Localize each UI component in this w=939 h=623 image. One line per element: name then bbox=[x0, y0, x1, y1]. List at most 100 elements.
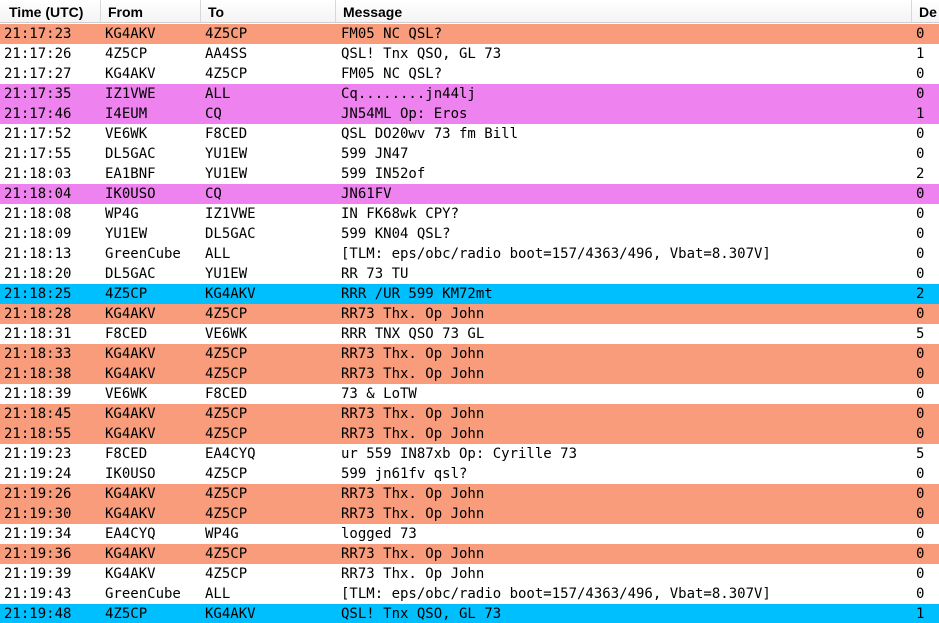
cell-message: RRR /UR 599 KM72mt bbox=[341, 286, 493, 302]
cell-de: 1 bbox=[916, 106, 925, 122]
table-row[interactable]: 21:18:04 IK0USO CQ JN61FV 0 bbox=[0, 184, 939, 204]
cell-message: FM05 NC QSL? bbox=[341, 26, 443, 42]
cell-to: ALL bbox=[205, 86, 231, 102]
column-header-time[interactable]: Time (UTC) bbox=[0, 0, 101, 22]
cell-from: 4Z5CP bbox=[105, 286, 148, 302]
cell-time: 21:18:20 bbox=[4, 266, 72, 282]
table-row[interactable]: 21:18:38 KG4AKV 4Z5CP RR73 Thx. Op John 0 bbox=[0, 364, 939, 384]
cell-de: 0 bbox=[916, 66, 925, 82]
table-row[interactable]: 21:18:09 YU1EW DL5GAC 599 KN04 QSL? 0 bbox=[0, 224, 939, 244]
cell-message: IN FK68wk CPY? bbox=[341, 206, 460, 222]
table-row[interactable]: 21:18:31 F8CED VE6WK RRR TNX QSO 73 GL 5 bbox=[0, 324, 939, 344]
cell-message: QSL! Tnx QSO, GL 73 bbox=[341, 46, 502, 62]
table-row[interactable]: 21:19:48 4Z5CP KG4AKV QSL! Tnx QSO, GL 73 1 bbox=[0, 604, 939, 623]
cell-time: 21:19:23 bbox=[4, 446, 72, 462]
cell-time: 21:18:03 bbox=[4, 166, 72, 182]
cell-time: 21:17:55 bbox=[4, 146, 72, 162]
cell-to: 4Z5CP bbox=[205, 346, 248, 362]
table-row[interactable]: 21:19:36 KG4AKV 4Z5CP RR73 Thx. Op John 0 bbox=[0, 544, 939, 564]
cell-from: DL5GAC bbox=[105, 266, 156, 282]
table-row[interactable]: 21:19:34 EA4CYQ WP4G logged 73 0 bbox=[0, 524, 939, 544]
cell-from: EA4CYQ bbox=[105, 526, 156, 542]
cell-message: JN61FV bbox=[341, 186, 392, 202]
cell-message: QSL! Tnx QSO, GL 73 bbox=[341, 606, 502, 622]
cell-time: 21:17:46 bbox=[4, 106, 72, 122]
table-row[interactable]: 21:18:39 VE6WK F8CED 73 & LoTW 0 bbox=[0, 384, 939, 404]
cell-time: 21:18:13 bbox=[4, 246, 72, 262]
table-row[interactable]: 21:17:52 VE6WK F8CED QSL DO20wv 73 fm Bill 0 bbox=[0, 124, 939, 144]
cell-message: 599 jn61fv qsl? bbox=[341, 466, 468, 482]
column-header-message[interactable]: Message bbox=[336, 0, 912, 22]
cell-to: YU1EW bbox=[205, 166, 248, 182]
cell-de: 0 bbox=[916, 26, 925, 42]
table-row[interactable]: 21:17:55 DL5GAC YU1EW 599 JN47 0 bbox=[0, 144, 939, 164]
cell-to: 4Z5CP bbox=[205, 566, 248, 582]
table-row[interactable]: 21:18:20 DL5GAC YU1EW RR 73 TU 0 bbox=[0, 264, 939, 284]
cell-de: 0 bbox=[916, 246, 925, 262]
cell-to: 4Z5CP bbox=[205, 366, 248, 382]
table-header: Time (UTC) From To Message De bbox=[0, 0, 939, 23]
table-row[interactable]: 21:19:30 KG4AKV 4Z5CP RR73 Thx. Op John 0 bbox=[0, 504, 939, 524]
cell-de: 0 bbox=[916, 486, 925, 502]
table-row[interactable]: 21:19:26 KG4AKV 4Z5CP RR73 Thx. Op John 0 bbox=[0, 484, 939, 504]
table-row[interactable]: 21:18:33 KG4AKV 4Z5CP RR73 Thx. Op John 0 bbox=[0, 344, 939, 364]
cell-to: F8CED bbox=[205, 386, 248, 402]
cell-de: 0 bbox=[916, 566, 925, 582]
table-row[interactable]: 21:17:23 KG4AKV 4Z5CP FM05 NC QSL? 0 bbox=[0, 24, 939, 44]
table-row[interactable]: 21:19:43 GreenCube ALL [TLM: eps/obc/radio … bbox=[0, 584, 939, 604]
cell-de: 0 bbox=[916, 186, 925, 202]
cell-from: KG4AKV bbox=[105, 566, 156, 582]
table-row[interactable]: 21:17:35 IZ1VWE ALL Cq........jn44lj 0 bbox=[0, 84, 939, 104]
table-row[interactable]: 21:18:28 KG4AKV 4Z5CP RR73 Thx. Op John 0 bbox=[0, 304, 939, 324]
cell-to: WP4G bbox=[205, 526, 239, 542]
cell-de: 0 bbox=[916, 386, 925, 402]
message-log-table: Time (UTC) From To Message De 21:17:23 KG… bbox=[0, 0, 939, 623]
cell-to: VE6WK bbox=[205, 326, 248, 342]
table-row[interactable]: 21:17:27 KG4AKV 4Z5CP FM05 NC QSL? 0 bbox=[0, 64, 939, 84]
cell-to: CQ bbox=[205, 106, 222, 122]
cell-time: 21:17:23 bbox=[4, 26, 72, 42]
column-header-to[interactable]: To bbox=[201, 0, 336, 22]
cell-message: Cq........jn44lj bbox=[341, 86, 476, 102]
table-row[interactable]: 21:19:23 F8CED EA4CYQ ur 559 IN87xb Op: Cyr… bbox=[0, 444, 939, 464]
table-row[interactable]: 21:19:39 KG4AKV 4Z5CP RR73 Thx. Op John 0 bbox=[0, 564, 939, 584]
cell-message: RRR TNX QSO 73 GL bbox=[341, 326, 485, 342]
cell-from: KG4AKV bbox=[105, 306, 156, 322]
cell-time: 21:18:28 bbox=[4, 306, 72, 322]
cell-message: RR73 Thx. Op John bbox=[341, 486, 485, 502]
cell-de: 0 bbox=[916, 226, 925, 242]
table-row[interactable]: 21:18:13 GreenCube ALL [TLM: eps/obc/radio … bbox=[0, 244, 939, 264]
cell-message: RR73 Thx. Op John bbox=[341, 426, 485, 442]
cell-to: IZ1VWE bbox=[205, 206, 256, 222]
table-row[interactable]: 21:17:26 4Z5CP AA4SS QSL! Tnx QSO, GL 73 1 bbox=[0, 44, 939, 64]
cell-de: 1 bbox=[916, 606, 925, 622]
cell-message: ur 559 IN87xb Op: Cyrille 73 bbox=[341, 446, 578, 462]
cell-from: VE6WK bbox=[105, 126, 148, 142]
cell-to: YU1EW bbox=[205, 266, 248, 282]
cell-message: 599 JN47 bbox=[341, 146, 409, 162]
cell-from: IK0USO bbox=[105, 186, 156, 202]
column-header-de[interactable]: De bbox=[912, 0, 939, 22]
table-row[interactable]: 21:19:24 IK0USO 4Z5CP 599 jn61fv qsl? 0 bbox=[0, 464, 939, 484]
table-row[interactable]: 21:18:25 4Z5CP KG4AKV RRR /UR 599 KM72mt 2 bbox=[0, 284, 939, 304]
cell-time: 21:18:09 bbox=[4, 226, 72, 242]
cell-de: 1 bbox=[916, 46, 925, 62]
cell-to: 4Z5CP bbox=[205, 546, 248, 562]
cell-from: YU1EW bbox=[105, 226, 148, 242]
table-row[interactable]: 21:18:03 EA1BNF YU1EW 599 IN52of 2 bbox=[0, 164, 939, 184]
cell-message: QSL DO20wv 73 fm Bill bbox=[341, 126, 519, 142]
table-row[interactable]: 21:17:46 I4EUM CQ JN54ML Op: Eros 1 bbox=[0, 104, 939, 124]
table-row[interactable]: 21:18:55 KG4AKV 4Z5CP RR73 Thx. Op John 0 bbox=[0, 424, 939, 444]
cell-time: 21:18:33 bbox=[4, 346, 72, 362]
cell-time: 21:19:34 bbox=[4, 526, 72, 542]
cell-to: KG4AKV bbox=[205, 606, 256, 622]
cell-message: FM05 NC QSL? bbox=[341, 66, 443, 82]
cell-message: RR73 Thx. Op John bbox=[341, 546, 485, 562]
cell-time: 21:18:04 bbox=[4, 186, 72, 202]
cell-to: KG4AKV bbox=[205, 286, 256, 302]
table-row[interactable]: 21:18:08 WP4G IZ1VWE IN FK68wk CPY? 0 bbox=[0, 204, 939, 224]
cell-time: 21:17:26 bbox=[4, 46, 72, 62]
table-row[interactable]: 21:18:45 KG4AKV 4Z5CP RR73 Thx. Op John 0 bbox=[0, 404, 939, 424]
column-header-from[interactable]: From bbox=[101, 0, 201, 22]
cell-de: 0 bbox=[916, 506, 925, 522]
